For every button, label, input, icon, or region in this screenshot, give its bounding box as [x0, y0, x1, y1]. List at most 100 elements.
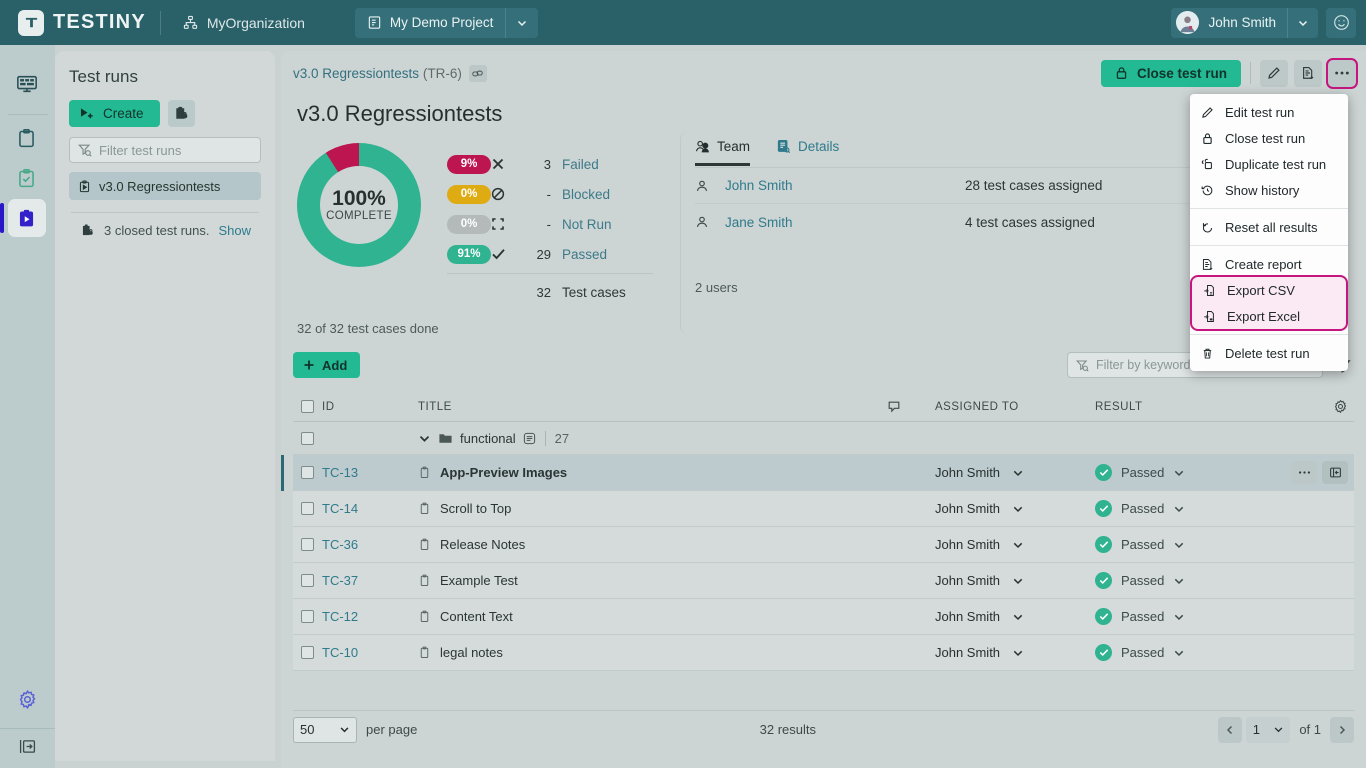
app-logo[interactable]: TESTINY: [10, 10, 146, 36]
row-select-cell[interactable]: [293, 466, 322, 479]
assignee-chevron-down-icon[interactable]: [1012, 611, 1024, 623]
collapse-rail-button[interactable]: [18, 737, 37, 768]
table-row[interactable]: TC-36Release NotesJohn SmithPassed: [293, 527, 1354, 563]
user-menu[interactable]: John Smith: [1171, 8, 1318, 38]
close-test-run-button[interactable]: Close test run: [1101, 60, 1241, 87]
row-id-link[interactable]: TC-10: [322, 645, 358, 660]
per-page-select[interactable]: 50: [293, 717, 357, 743]
row-assignee[interactable]: John Smith: [935, 465, 1095, 480]
menu-item-create-report[interactable]: Create report: [1190, 251, 1348, 277]
result-chevron-down-icon[interactable]: [1173, 503, 1185, 515]
tab-details[interactable]: Details: [776, 139, 839, 163]
create-button[interactable]: Create: [69, 100, 160, 127]
column-header-id[interactable]: ID: [322, 401, 418, 413]
more-actions-button[interactable]: [1328, 60, 1356, 87]
create-report-button[interactable]: [1294, 60, 1322, 87]
page-select[interactable]: 1: [1246, 717, 1290, 743]
stat-row-not-run[interactable]: 0%-Not Run: [447, 209, 653, 239]
menu-item-delete-test-run[interactable]: Delete test run: [1190, 340, 1348, 366]
copy-link-icon[interactable]: [469, 65, 487, 82]
menu-item-export-csv[interactable]: Export CSV: [1192, 277, 1346, 303]
assignee-chevron-down-icon[interactable]: [1012, 467, 1024, 479]
row-assignee[interactable]: John Smith: [935, 501, 1095, 516]
result-chevron-down-icon[interactable]: [1173, 611, 1185, 623]
row-checkbox[interactable]: [301, 610, 314, 623]
assignee-chevron-down-icon[interactable]: [1012, 503, 1024, 515]
column-header-result[interactable]: RESULT: [1095, 401, 1290, 413]
row-id-link[interactable]: TC-36: [322, 537, 358, 552]
sidebar-item-dashboard[interactable]: [8, 65, 46, 103]
row-select-cell[interactable]: [293, 502, 322, 515]
add-test-case-button[interactable]: Add: [293, 352, 360, 378]
select-all-checkbox[interactable]: [301, 400, 314, 413]
row-result[interactable]: Passed: [1095, 608, 1290, 625]
row-title[interactable]: Release Notes: [418, 537, 887, 552]
team-member-name[interactable]: Jane Smith: [725, 215, 965, 230]
menu-item-duplicate-test-run[interactable]: Duplicate test run: [1190, 151, 1348, 177]
row-checkbox[interactable]: [301, 646, 314, 659]
open-detail-panel-button[interactable]: [1322, 461, 1348, 484]
chevron-down-icon[interactable]: [418, 432, 431, 445]
assignee-chevron-down-icon[interactable]: [1012, 575, 1024, 587]
test-run-list-item[interactable]: v3.0 Regressiontests: [69, 172, 261, 200]
select-all-cell[interactable]: [293, 400, 322, 413]
column-header-comment[interactable]: [887, 400, 935, 414]
menu-item-edit-test-run[interactable]: Edit test run: [1190, 99, 1348, 125]
tab-team[interactable]: Team: [695, 139, 750, 166]
row-assignee[interactable]: John Smith: [935, 645, 1095, 660]
row-title[interactable]: Example Test: [418, 573, 887, 588]
row-id-link[interactable]: TC-14: [322, 501, 358, 516]
menu-item-export-excel[interactable]: Export Excel: [1192, 303, 1346, 329]
menu-item-reset-all-results[interactable]: Reset all results: [1190, 214, 1348, 240]
row-more-actions-button[interactable]: [1291, 461, 1317, 484]
sidebar-item-test-cases[interactable]: [8, 119, 46, 157]
filter-test-runs-input[interactable]: Filter test runs: [69, 137, 261, 163]
row-title[interactable]: Content Text: [418, 609, 887, 624]
row-assignee[interactable]: John Smith: [935, 537, 1095, 552]
row-title[interactable]: legal notes: [418, 645, 887, 660]
table-row[interactable]: TC-14 Scroll to Top John SmithPassed: [293, 491, 1354, 527]
group-row[interactable]: functional 27: [293, 422, 1354, 455]
row-select-cell[interactable]: [293, 646, 322, 659]
stat-row-passed[interactable]: 91%29Passed: [447, 239, 653, 269]
result-chevron-down-icon[interactable]: [1173, 647, 1185, 659]
team-member-name[interactable]: John Smith: [725, 178, 965, 193]
result-chevron-down-icon[interactable]: [1173, 539, 1185, 551]
row-result[interactable]: Passed: [1095, 644, 1290, 661]
previous-page-button[interactable]: [1218, 717, 1242, 743]
row-title[interactable]: Scroll to Top: [418, 501, 887, 516]
menu-item-show-history[interactable]: Show history: [1190, 177, 1348, 203]
row-id-link[interactable]: TC-37: [322, 573, 358, 588]
sidebar-item-test-plans[interactable]: [8, 159, 46, 197]
sidebar-item-test-runs[interactable]: [8, 199, 46, 237]
show-closed-runs-link[interactable]: Show: [219, 223, 252, 238]
next-page-button[interactable]: [1330, 717, 1354, 743]
edit-test-run-button[interactable]: [1260, 60, 1288, 87]
row-title[interactable]: App-Preview Images: [418, 465, 887, 480]
sidebar-item-settings[interactable]: [9, 680, 47, 718]
assignee-chevron-down-icon[interactable]: [1012, 539, 1024, 551]
result-chevron-down-icon[interactable]: [1173, 467, 1185, 479]
row-id-link[interactable]: TC-13: [322, 465, 358, 480]
row-result[interactable]: Passed: [1095, 500, 1290, 517]
row-select-cell[interactable]: [293, 538, 322, 551]
row-select-cell[interactable]: [293, 574, 322, 587]
row-assignee[interactable]: John Smith: [935, 609, 1095, 624]
column-header-title[interactable]: TITLE: [418, 401, 887, 413]
user-chevron-down-icon[interactable]: [1287, 8, 1318, 38]
assignee-chevron-down-icon[interactable]: [1012, 647, 1024, 659]
project-chevron-down-icon[interactable]: [505, 8, 538, 38]
row-checkbox[interactable]: [301, 502, 314, 515]
group-checkbox[interactable]: [301, 432, 314, 445]
project-switcher[interactable]: My Demo Project: [355, 8, 539, 38]
table-settings-cell[interactable]: [1290, 399, 1354, 414]
row-checkbox[interactable]: [301, 466, 314, 479]
table-row[interactable]: TC-37Example TestJohn SmithPassed: [293, 563, 1354, 599]
result-chevron-down-icon[interactable]: [1173, 575, 1185, 587]
stat-row-failed[interactable]: 9%3Failed: [447, 149, 653, 179]
table-row[interactable]: TC-12 Content Text John SmithPassed: [293, 599, 1354, 635]
group-select-cell[interactable]: [293, 432, 322, 445]
table-row[interactable]: TC-13App-Preview ImagesJohn SmithPassed: [293, 455, 1354, 491]
row-id-link[interactable]: TC-12: [322, 609, 358, 624]
archived-runs-button[interactable]: [168, 100, 195, 127]
